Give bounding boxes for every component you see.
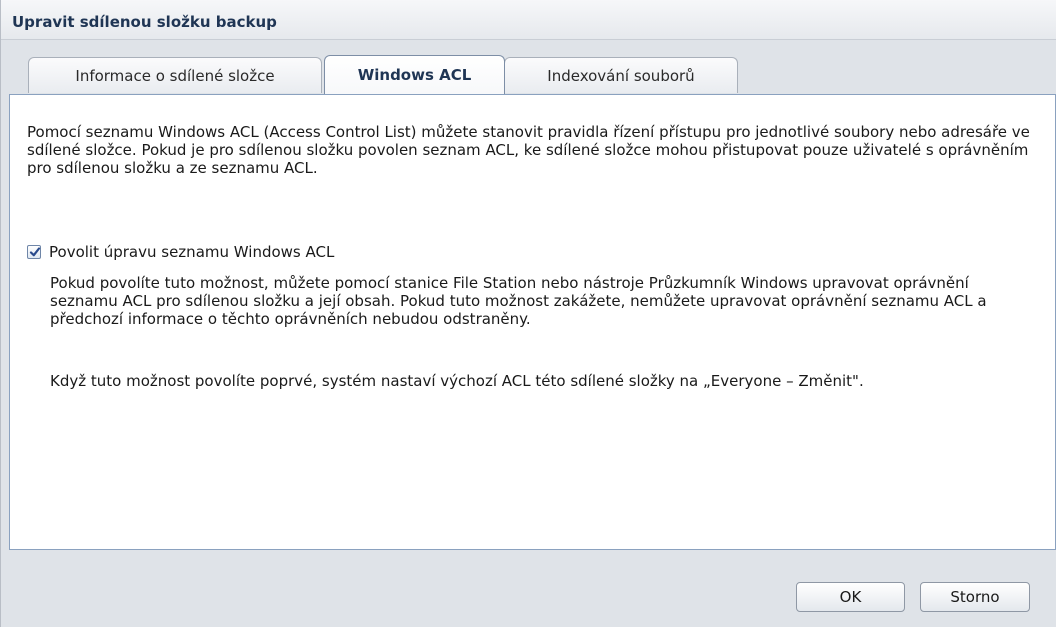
tab-label: Informace o sdílené složce [75, 66, 275, 85]
tab-bar: Informace o sdílené složce Indexování so… [9, 40, 1056, 95]
acl-note-permissions: Pokud povolíte tuto možnost, můžete pomo… [50, 274, 987, 328]
ok-button[interactable]: OK [796, 582, 905, 612]
tab-label: Windows ACL [357, 66, 472, 84]
enable-acl-checkbox[interactable] [27, 245, 41, 259]
tab-windows-acl[interactable]: Windows ACL [324, 55, 505, 94]
enable-acl-checkbox-row[interactable]: Povolit úpravu seznamu Windows ACL [27, 243, 334, 261]
acl-note-default: Když tuto možnost povolíte poprvé, systé… [50, 372, 864, 390]
acl-description: Pomocí seznamu Windows ACL (Access Contr… [27, 123, 1030, 177]
cancel-button[interactable]: Storno [920, 582, 1030, 612]
tab-panel-windows-acl: Pomocí seznamu Windows ACL (Access Contr… [9, 94, 1056, 550]
tab-label: Indexování souborů [547, 66, 695, 85]
enable-acl-label: Povolit úpravu seznamu Windows ACL [49, 243, 335, 261]
checkmark-icon [29, 247, 41, 257]
tab-file-indexing[interactable]: Indexování souborů [504, 57, 738, 93]
dialog-footer: OK Storno [1, 563, 1056, 627]
edit-shared-folder-dialog: Upravit sdílenou složku backup Informace… [0, 0, 1056, 627]
dialog-titlebar: Upravit sdílenou složku backup [1, 0, 1056, 40]
dialog-title: Upravit sdílenou složku backup [12, 13, 277, 31]
tab-shared-folder-info[interactable]: Informace o sdílené složce [28, 57, 322, 93]
